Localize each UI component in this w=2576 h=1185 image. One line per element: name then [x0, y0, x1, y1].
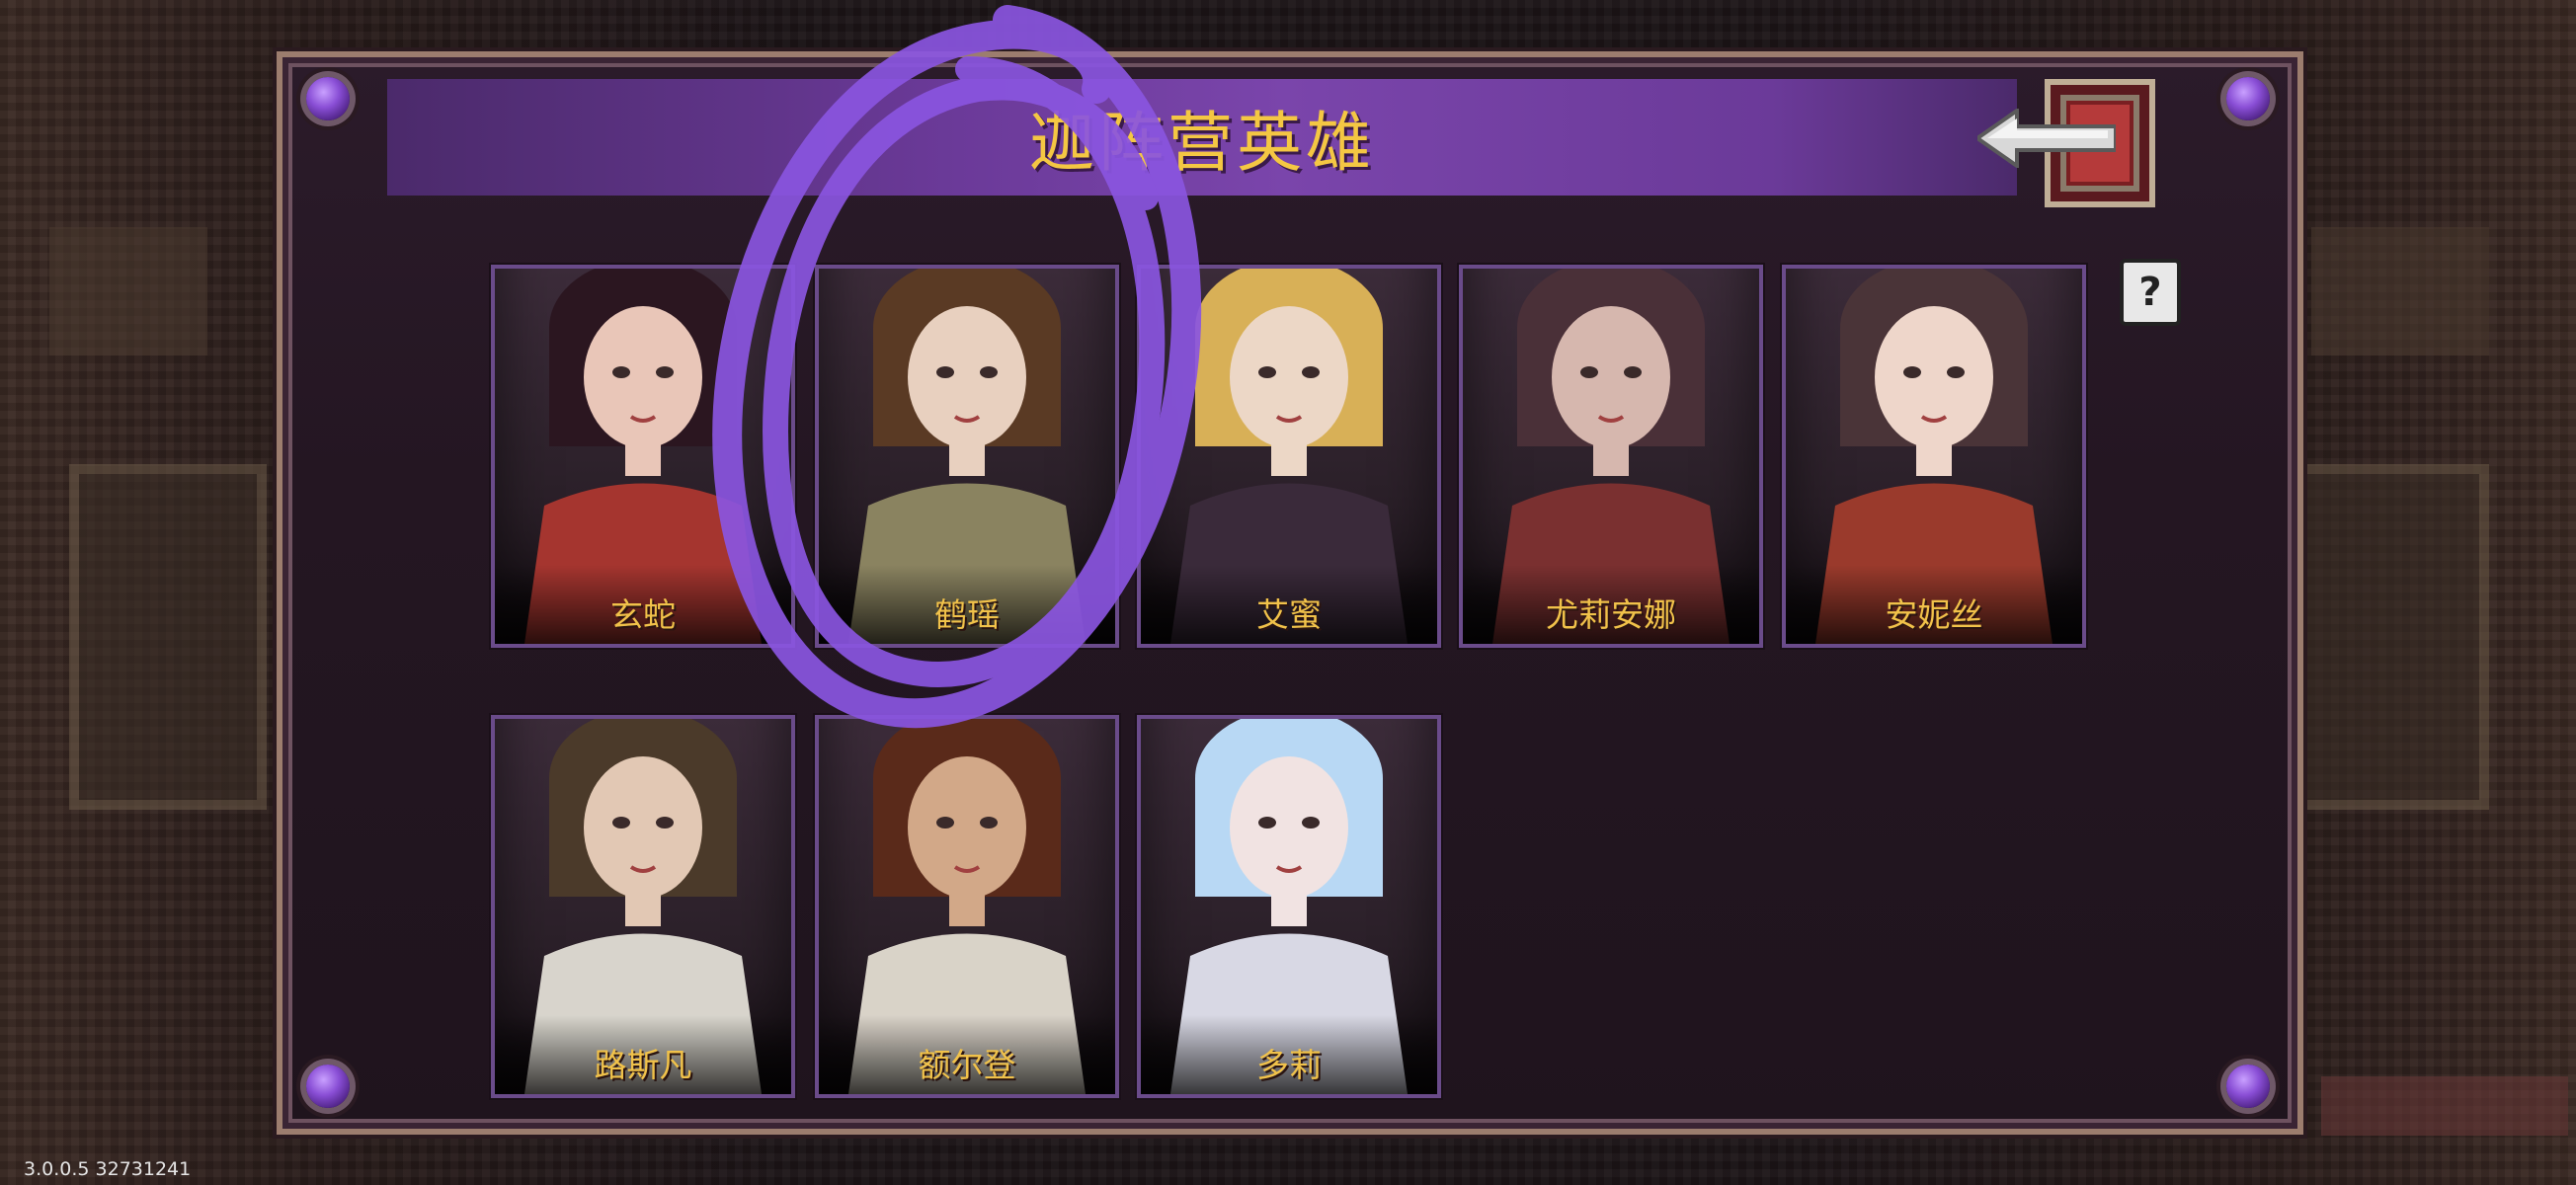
background-block-right-bottom — [2321, 1076, 2568, 1136]
hero-name: 多莉 — [1256, 1046, 1322, 1084]
hero-name: 路斯凡 — [594, 1046, 692, 1084]
background-block-left-top — [49, 227, 207, 356]
hero-portrait — [495, 269, 791, 644]
hero-card[interactable]: 额尔登 — [815, 715, 1119, 1098]
hero-name: 艾蜜 — [1256, 595, 1322, 634]
background-tile-right — [2292, 464, 2489, 810]
hero-card[interactable]: 路斯凡 — [491, 715, 795, 1098]
hero-portrait — [819, 719, 1115, 1094]
version-label: 3.0.0.5 32731241 — [24, 1158, 192, 1180]
hero-name: 玄蛇 — [610, 595, 676, 634]
hero-card[interactable]: 鹤瑶 — [815, 265, 1119, 648]
corner-gem-icon — [2189, 40, 2307, 158]
background-block-right-top — [2311, 227, 2489, 356]
back-button[interactable] — [1975, 75, 2155, 207]
hero-portrait — [1141, 269, 1437, 644]
hero-card[interactable]: 安妮丝 — [1782, 265, 2086, 648]
hero-portrait — [1141, 719, 1437, 1094]
hero-card[interactable]: 艾蜜 — [1137, 265, 1441, 648]
hero-portrait — [1463, 269, 1759, 644]
page-title: 迦阵营英雄 — [1029, 105, 1375, 181]
hero-portrait — [819, 269, 1115, 644]
game-screen: 迦阵营英雄 ? 玄蛇 鹤瑶 艾蜜 尤莉安娜 安妮丝路斯凡 额尔登 多莉 3.0.0.5 32… — [0, 0, 2576, 1185]
hero-name: 鹤瑶 — [934, 595, 1000, 634]
hero-card[interactable]: 多莉 — [1137, 715, 1441, 1098]
help-icon[interactable]: ? — [2120, 259, 2181, 326]
corner-gem-icon — [269, 40, 387, 158]
background-tile-left — [69, 464, 267, 810]
hero-portrait — [1786, 269, 2082, 644]
title-banner: 迦阵营英雄 — [387, 79, 2017, 196]
hero-card[interactable]: 玄蛇 — [491, 265, 795, 648]
hero-name: 安妮丝 — [1885, 595, 1983, 634]
corner-gem-icon — [2189, 1027, 2307, 1146]
hero-card[interactable]: 尤莉安娜 — [1459, 265, 1763, 648]
hero-name: 尤莉安娜 — [1546, 595, 1676, 634]
back-arrow-icon — [1977, 109, 2116, 168]
hero-portrait — [495, 719, 791, 1094]
corner-gem-icon — [269, 1027, 387, 1146]
hero-name: 额尔登 — [918, 1046, 1016, 1084]
